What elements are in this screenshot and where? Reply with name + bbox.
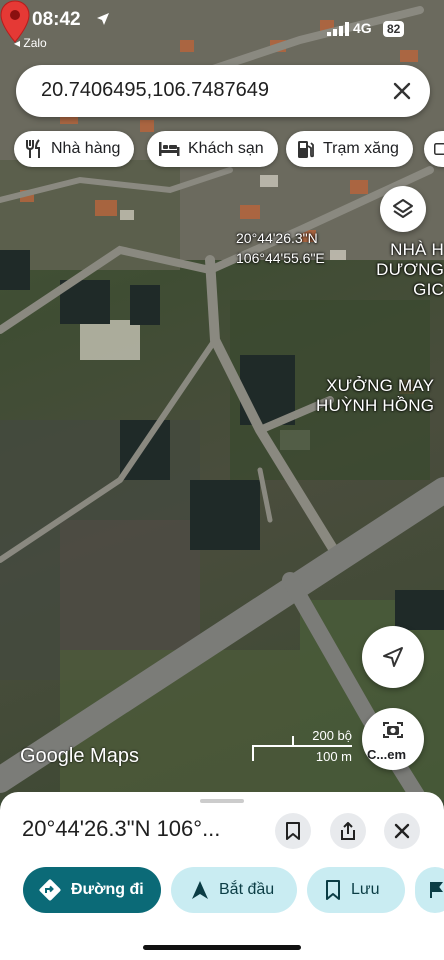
bookmark-icon <box>326 880 340 900</box>
poi-label-2-line1: XƯỞNG MAY <box>326 376 435 395</box>
home-indicator[interactable] <box>143 945 301 950</box>
poi-label-2-line2: HUỲNH HỒNG <box>316 396 435 415</box>
back-to-app-link[interactable]: ◂ Zalo <box>14 36 47 50</box>
search-bar[interactable]: 20.7406495,106.7487649 <box>16 65 430 117</box>
poi-label-1[interactable]: NHÀ H DƯƠNG GIC <box>348 240 444 300</box>
camera-icon <box>383 722 403 738</box>
map-scale: 200 bộ 100 m <box>252 728 354 766</box>
scale-imperial: 200 bộ <box>312 728 352 743</box>
bookmark-button[interactable] <box>275 813 311 849</box>
status-bar: 08:42 ◂ Zalo 4G 82 <box>0 0 444 56</box>
chip-more[interactable] <box>424 131 444 167</box>
my-location-button[interactable] <box>362 626 424 688</box>
sheet-drag-handle[interactable] <box>200 799 244 803</box>
directions-label: Đường đi <box>71 881 144 898</box>
fork-knife-icon <box>26 139 40 158</box>
location-arrow-icon <box>97 13 109 25</box>
poi-label-1-line1: NHÀ H <box>390 240 444 259</box>
camera-search-label: C...em <box>367 747 407 762</box>
scale-bar <box>252 745 352 747</box>
scale-tick <box>252 745 254 761</box>
pin-longitude: 106°44'55.6"E <box>236 250 325 266</box>
share-icon <box>341 822 355 840</box>
start-label: Bắt đầu <box>219 881 275 898</box>
more-action-button[interactable] <box>415 867 444 913</box>
share-button[interactable] <box>330 813 366 849</box>
bed-icon <box>159 142 180 156</box>
place-bottom-sheet[interactable]: 20°44'26.3"N 106°... Đường đi Bắt đầu Lư… <box>0 792 444 960</box>
signal-icon <box>327 22 349 36</box>
scale-tick <box>292 736 294 746</box>
start-button[interactable]: Bắt đầu <box>171 867 297 913</box>
pin-latitude: 20°44'26.3"N <box>236 230 318 246</box>
directions-button[interactable]: Đường đi <box>23 867 161 913</box>
gas-pump-icon <box>298 141 314 158</box>
poi-label-2[interactable]: XƯỞNG MAY HUỲNH HỒNG <box>316 376 434 416</box>
save-label: Lưu <box>351 881 380 898</box>
close-sheet-button[interactable] <box>384 813 420 849</box>
more-category-icon <box>434 143 444 155</box>
flag-icon <box>430 882 443 898</box>
clock: 08:42 <box>32 9 81 30</box>
battery-icon: 82 <box>383 21 405 37</box>
search-input[interactable]: 20.7406495,106.7487649 <box>41 79 269 102</box>
close-icon[interactable] <box>390 79 414 103</box>
category-chips: Nhà hàng Khách sạn Trạm xăng <box>0 131 444 169</box>
chip-hotels[interactable]: Khách sạn <box>147 131 278 167</box>
place-title: 20°44'26.3"N 106°... <box>22 816 221 841</box>
scale-metric: 100 m <box>315 749 352 764</box>
navigation-icon <box>192 881 208 899</box>
bookmark-icon <box>286 822 300 840</box>
close-icon <box>394 823 410 839</box>
network-type: 4G <box>353 20 372 36</box>
chip-hotels-label: Khách sạn <box>188 140 264 157</box>
google-maps-attribution: Google Maps <box>20 745 139 767</box>
layers-icon <box>393 199 413 218</box>
save-button[interactable]: Lưu <box>307 867 405 913</box>
pin-coordinates-label: 20°44'26.3"N 106°44'55.6"E <box>236 228 325 268</box>
chip-gas-stations[interactable]: Trạm xăng <box>286 131 413 167</box>
layers-button[interactable] <box>380 186 426 232</box>
chip-restaurants[interactable]: Nhà hàng <box>14 131 135 167</box>
poi-label-1-line2: DƯƠNG GIC <box>376 260 444 299</box>
chip-restaurants-label: Nhà hàng <box>51 140 121 157</box>
chip-gas-stations-label: Trạm xăng <box>323 140 399 157</box>
navigation-arrow-icon <box>383 647 403 667</box>
directions-icon <box>39 879 61 901</box>
